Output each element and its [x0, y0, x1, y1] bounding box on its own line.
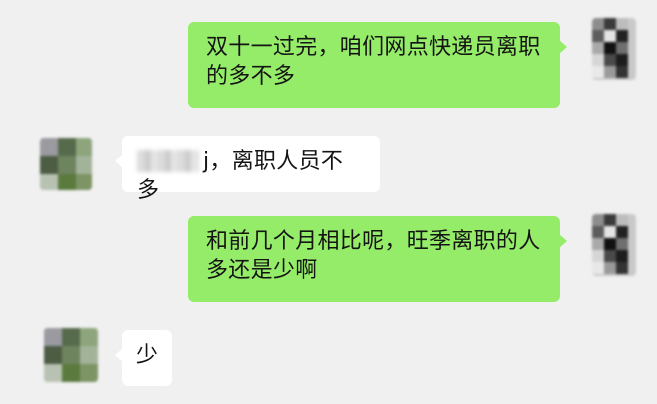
message-bubble-received[interactable]: j，离职人员不多: [115, 136, 380, 203]
message-text-line: 和前几个月相比呢，旺季离职的人: [206, 229, 541, 254]
avatar-contact[interactable]: [40, 138, 92, 190]
message-bubble-sent[interactable]: 和前几个月相比呢，旺季离职的人 多还是少啊: [188, 216, 567, 302]
avatar-contact[interactable]: [44, 328, 98, 382]
message-bubble-received[interactable]: 少: [115, 330, 172, 386]
avatar-self[interactable]: [592, 214, 636, 276]
message-bubble-sent[interactable]: 双十一过完，咱们网点快递员离职 的多不多: [188, 22, 567, 108]
message-text-line: 双十一过完，咱们网点快递员离职: [206, 35, 541, 60]
message-text-line: 多还是少啊: [206, 258, 318, 283]
message-text: 少: [135, 343, 159, 368]
redacted-text: [137, 150, 199, 172]
avatar-self[interactable]: [592, 18, 636, 80]
message-text-line: 的多不多: [206, 64, 296, 89]
